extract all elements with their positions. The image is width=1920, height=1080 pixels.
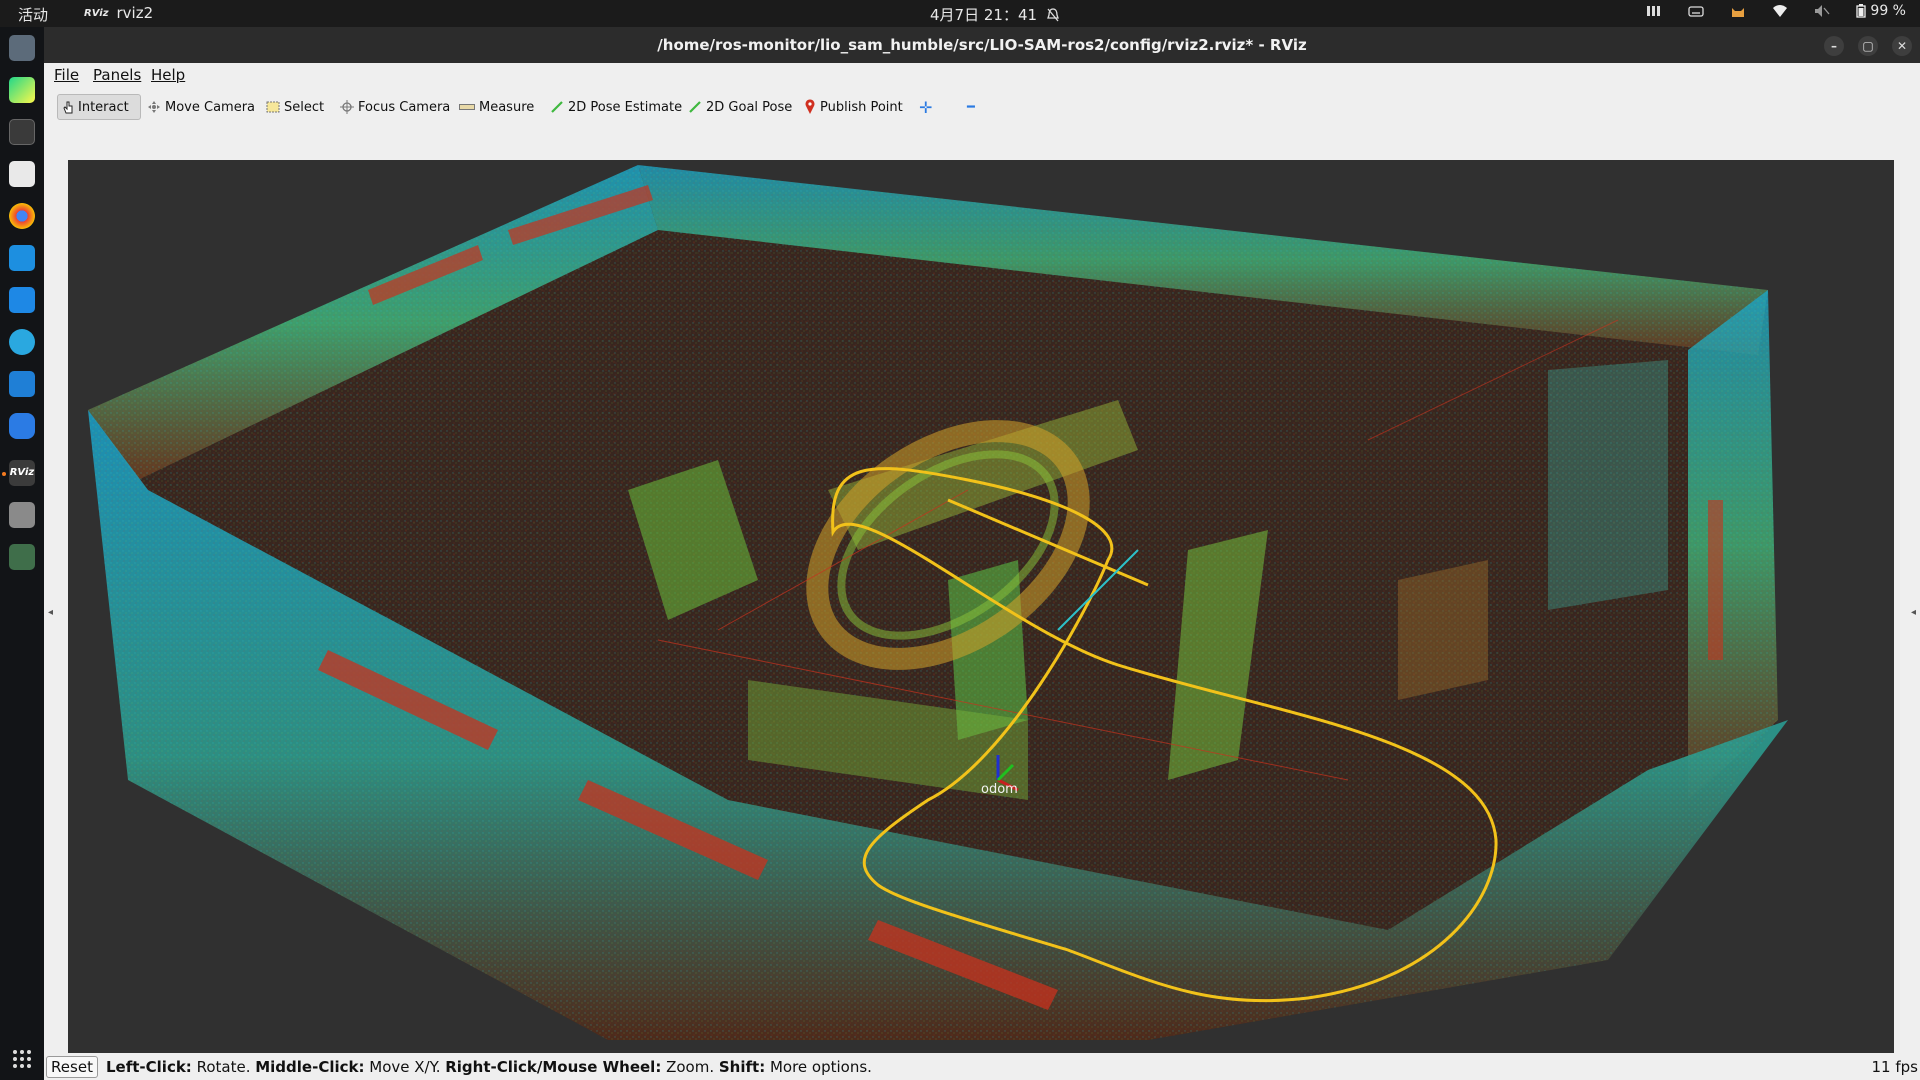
text-editor-icon[interactable]	[9, 161, 35, 187]
menu-help[interactable]: Help	[151, 66, 185, 84]
pose-estimate-arrow-icon	[551, 101, 563, 113]
clock[interactable]: 4月7日 21：41	[930, 4, 1059, 25]
point-cloud-map	[88, 165, 1788, 1040]
hint-middle-click-value: Move X/Y.	[364, 1058, 446, 1076]
tool-focus-camera[interactable]: Focus Camera	[336, 94, 454, 120]
hint-right-click-value: Zoom.	[661, 1058, 719, 1076]
move-camera-icon	[148, 101, 160, 113]
odom-frame-label: odom	[981, 782, 1018, 797]
tool-2d-goal-pose[interactable]: 2D Goal Pose	[684, 94, 796, 120]
mail-app-icon[interactable]	[9, 413, 35, 439]
show-apps-icon[interactable]	[13, 1050, 31, 1068]
tool-2d-goal-pose-label: 2D Goal Pose	[706, 99, 793, 115]
trash-icon[interactable]	[9, 544, 35, 570]
tool-move-camera-label: Move Camera	[165, 99, 256, 115]
tool-bar: Interact Move Camera Select Focus Camera…	[44, 87, 1920, 127]
files-icon[interactable]	[9, 35, 35, 61]
tool-measure-label: Measure	[479, 99, 535, 115]
hint-left-click-key: Left-Click:	[106, 1058, 192, 1076]
battery-icon	[1856, 4, 1867, 18]
maximize-button[interactable]: ▢	[1858, 36, 1878, 56]
tool-focus-camera-label: Focus Camera	[358, 99, 451, 115]
hint-left-click-value: Rotate.	[191, 1058, 256, 1076]
add-tool-button[interactable]: ✛	[915, 94, 936, 120]
tool-publish-point[interactable]: Publish Point	[800, 94, 907, 120]
active-app-indicator[interactable]: RViz rviz2	[84, 4, 153, 22]
tool-2d-pose-estimate[interactable]: 2D Pose Estimate	[546, 94, 686, 120]
status-bar: Reset Left-Click: Rotate. Middle-Click: …	[44, 1053, 1920, 1080]
tool-2d-pose-estimate-label: 2D Pose Estimate	[568, 99, 683, 115]
collapse-left-panel-icon[interactable]: ◂	[48, 607, 53, 618]
hint-shift-key: Shift:	[718, 1058, 766, 1076]
vscode-icon[interactable]	[9, 371, 35, 397]
mouse-hint: Left-Click: Rotate. Middle-Click: Move X…	[106, 1058, 872, 1076]
map-pin-icon	[805, 99, 815, 114]
window-titlebar[interactable]: /home/ros-monitor/lio_sam_humble/src/LIO…	[44, 27, 1920, 63]
focus-camera-icon	[340, 100, 354, 114]
navigation-app-icon[interactable]	[9, 329, 35, 355]
keyboard-icon[interactable]	[1688, 4, 1705, 18]
ruler-icon	[459, 104, 475, 110]
terminal-icon[interactable]	[9, 119, 35, 145]
reset-view-button[interactable]: Reset	[46, 1056, 98, 1078]
hint-shift-value: More options.	[765, 1058, 872, 1076]
menu-file[interactable]: File	[54, 66, 79, 84]
fps-counter: 11 fps	[1871, 1058, 1918, 1076]
remote-desktop-icon[interactable]	[9, 245, 35, 271]
render-panel-frame: ◂ ◂ odom	[44, 127, 1920, 1075]
rviz-app-icon: RViz	[84, 7, 109, 19]
tool-select[interactable]: Select	[262, 94, 328, 120]
tool-publish-point-label: Publish Point	[820, 99, 903, 115]
hint-middle-click-key: Middle-Click:	[255, 1058, 365, 1076]
collapse-right-panel-icon[interactable]: ◂	[1911, 607, 1916, 618]
window-title: /home/ros-monitor/lio_sam_humble/src/LIO…	[657, 36, 1307, 54]
rviz-dock-icon[interactable]: RViz	[9, 460, 35, 486]
tool-interact[interactable]: Interact	[57, 94, 141, 120]
application-dock: RViz	[0, 27, 44, 1080]
menu-panels[interactable]: Panels	[93, 66, 141, 84]
select-box-icon	[266, 101, 280, 113]
tool-select-label: Select	[284, 99, 325, 115]
system-top-bar: 活动 RViz rviz2 4月7日 21：41 99 %	[0, 0, 1920, 27]
active-app-name: rviz2	[116, 4, 154, 22]
clock-text: 4月7日 21：41	[930, 6, 1038, 24]
menu-bar: File Panels Help	[44, 63, 1920, 87]
close-button[interactable]: ✕	[1892, 36, 1912, 56]
hint-right-click-key: Right-Click/Mouse Wheel:	[445, 1058, 662, 1076]
feishu-icon[interactable]	[9, 287, 35, 313]
remove-tool-button[interactable]: ━	[963, 94, 979, 120]
rviz-window: /home/ros-monitor/lio_sam_humble/src/LIO…	[44, 27, 1920, 1080]
notification-mute-icon	[1047, 7, 1059, 21]
minimize-button[interactable]: –	[1824, 36, 1844, 56]
volume-muted-icon[interactable]	[1814, 4, 1830, 18]
battery-percent: 99 %	[1870, 3, 1906, 19]
rviz-running-indicator	[2, 472, 6, 476]
3d-viewport[interactable]: odom	[68, 160, 1894, 1068]
activities-button[interactable]: 活动	[18, 4, 48, 25]
goal-pose-arrow-icon	[689, 101, 701, 113]
chrome-icon[interactable]	[9, 203, 35, 229]
storage-icon[interactable]	[9, 502, 35, 528]
tool-interact-label: Interact	[78, 99, 129, 115]
hand-pointer-icon	[63, 101, 73, 114]
tool-measure[interactable]: Measure	[455, 94, 538, 120]
network-wired-icon[interactable]	[1646, 4, 1662, 18]
tool-move-camera[interactable]: Move Camera	[143, 94, 259, 120]
wifi-icon[interactable]	[1772, 4, 1788, 18]
system-tray[interactable]: 99 %	[1646, 3, 1906, 19]
pycharm-icon[interactable]	[9, 77, 35, 103]
battery-indicator[interactable]: 99 %	[1856, 3, 1906, 19]
cat-app-icon[interactable]	[1730, 4, 1746, 18]
